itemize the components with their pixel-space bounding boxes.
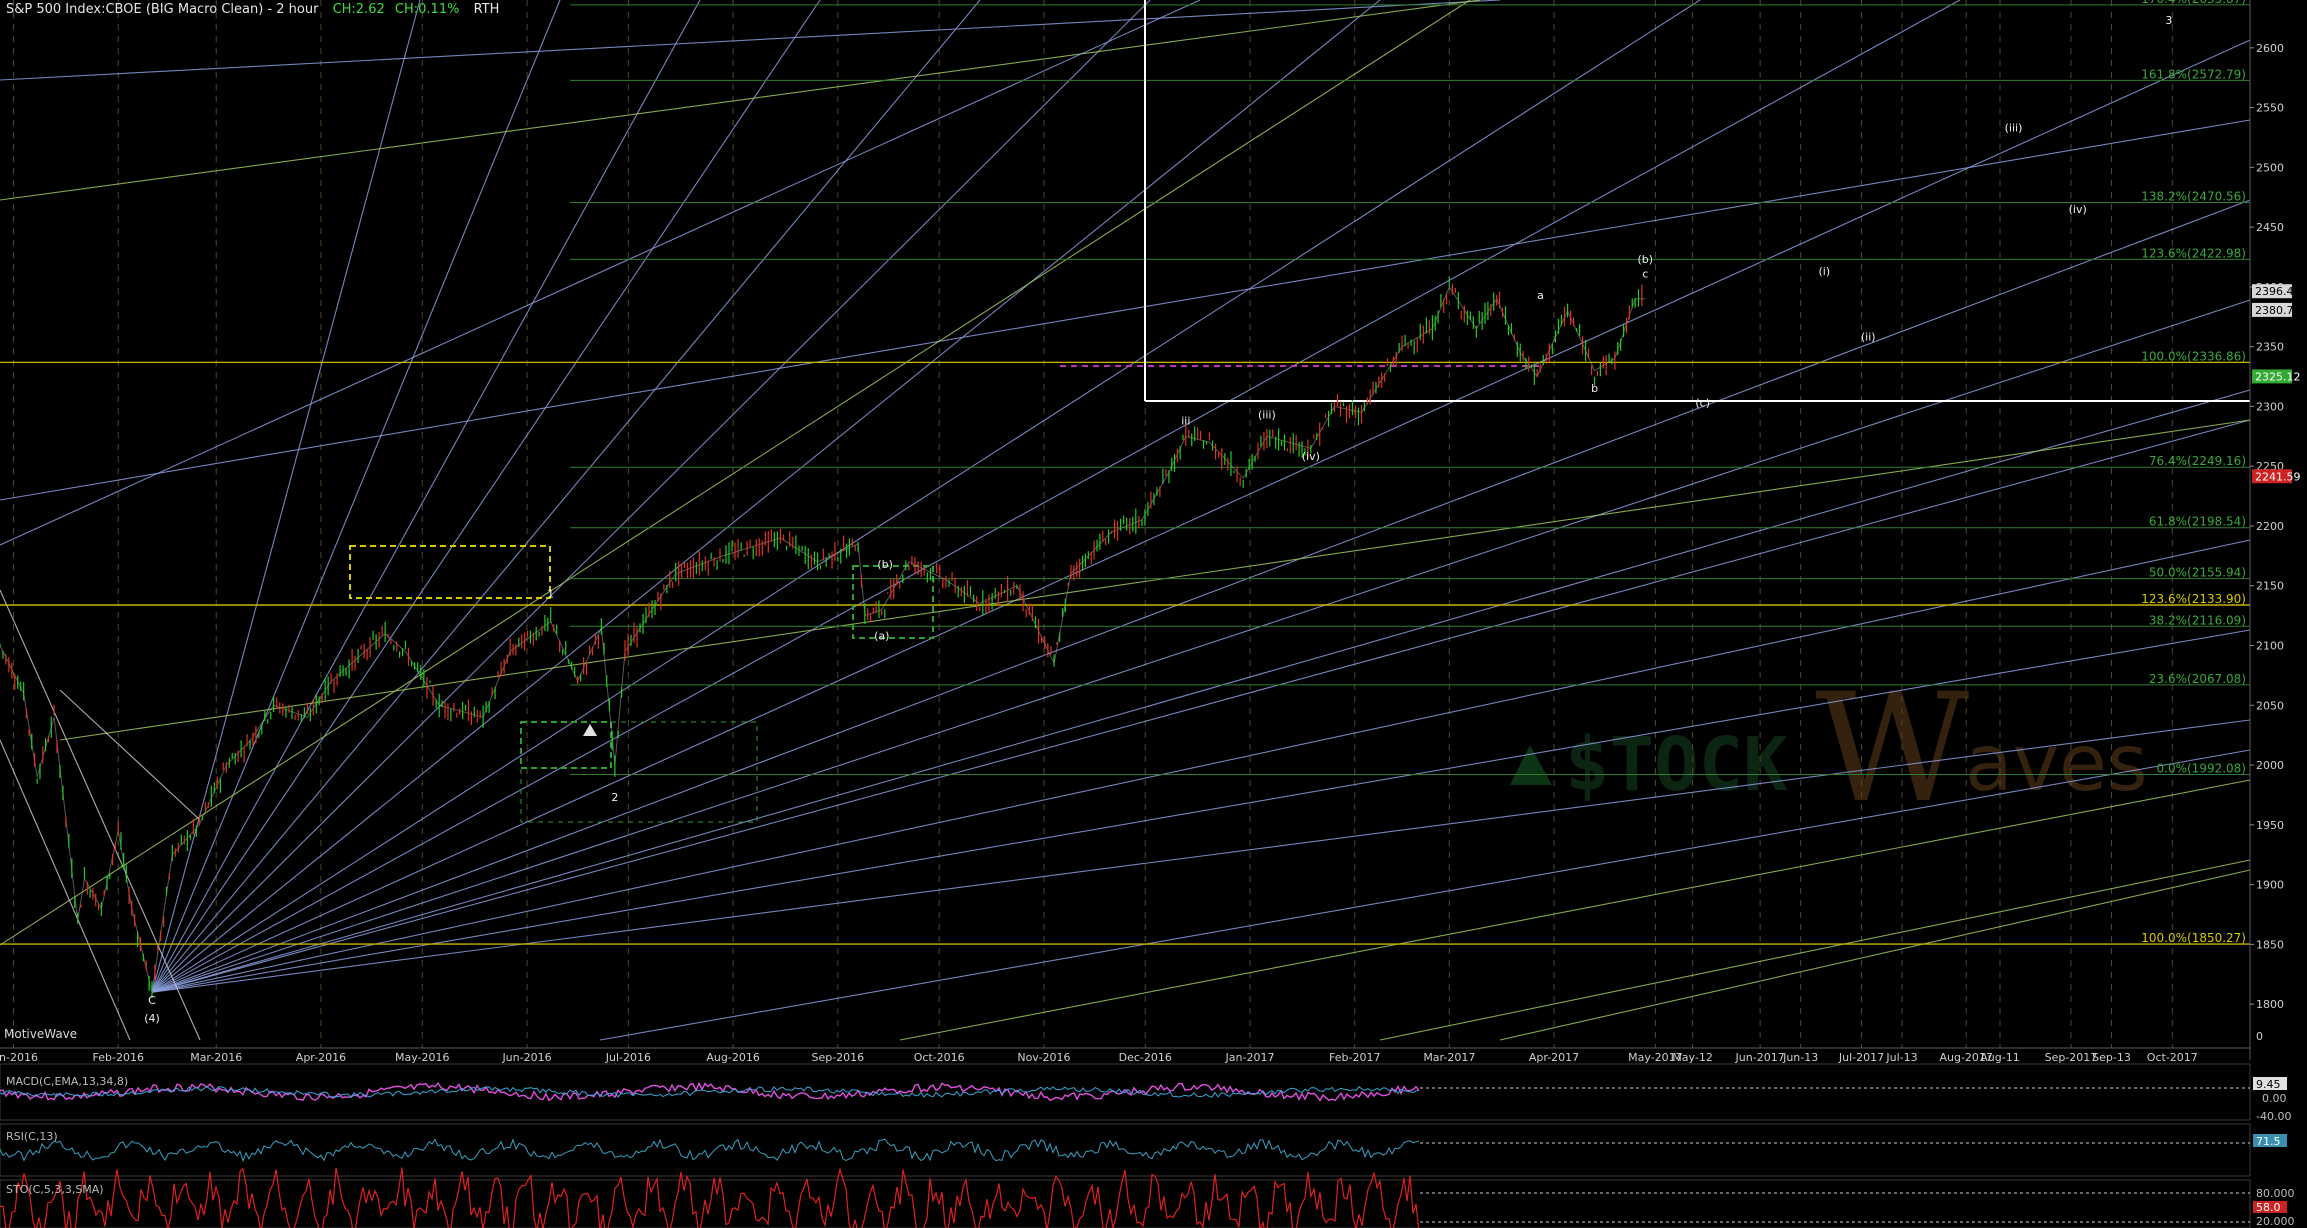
y-tick-label-1: 1850 — [2256, 938, 2284, 951]
wave-label-0: 1 — [547, 588, 554, 601]
fib-label-6: 61.8%(2198.54) — [2149, 515, 2246, 529]
price-badge-1: 2380.76 — [2255, 304, 2301, 317]
x-tick-label-19: Jun-13 — [1782, 1051, 1818, 1064]
wave-label-13: (c) — [1695, 396, 1710, 409]
y-tick-label-3: 1950 — [2256, 819, 2284, 832]
y-tick-label-11: 2350 — [2256, 341, 2284, 354]
title-text: S&P 500 Index:CBOE (BIG Macro Clean) - 2… — [6, 2, 319, 17]
x-tick-label-8: Sep-2016 — [811, 1051, 864, 1064]
watermark-w-text: W — [1815, 662, 1969, 836]
fib-label-1: 161.8%(2572.79) — [2141, 67, 2246, 81]
y-tick-label-0: 1800 — [2256, 998, 2284, 1011]
fib-label-4: 100.0%(2336.86) — [2141, 349, 2246, 363]
wave-label-5: (a) — [874, 630, 889, 643]
wave-label-14: (i) — [1819, 265, 1831, 278]
stock-chart: $TOCK W aves 176.4%(2635.87)161.8%(2572.… — [0, 0, 2307, 1228]
x-tick-label-18: Jun-2017 — [1735, 1051, 1785, 1064]
y-tick-label-14: 2500 — [2256, 161, 2284, 174]
price-badge-3: 2241.59 — [2255, 470, 2301, 483]
y-tick-label-6: 2100 — [2256, 640, 2284, 653]
fib-label-2: 138.2%(2470.56) — [2141, 190, 2246, 204]
wave-label-9: a — [1537, 289, 1544, 302]
wave-label-4: (b) — [877, 558, 893, 571]
sto-label: STO(C,5,3,3,SMA) — [6, 1183, 104, 1196]
y-tick-label-13: 2450 — [2256, 221, 2284, 234]
x-tick-label-7: Aug-2016 — [706, 1051, 759, 1064]
motivewave-brand: MotiveWave — [4, 1027, 78, 1041]
fib-label-10: 0.0%(1992.08) — [2157, 762, 2246, 776]
sto-tick-20: 20.000 — [2256, 1215, 2295, 1228]
wave-label-6: iii — [1181, 414, 1190, 427]
rsi-value: 71.5 — [2256, 1135, 2281, 1148]
sto-value: 58.0 — [2256, 1201, 2281, 1214]
x-tick-label-17: May-12 — [1672, 1051, 1713, 1064]
y-tick-label-16: 2600 — [2256, 42, 2284, 55]
x-tick-label-25: Sep-13 — [2092, 1051, 2131, 1064]
fib-label-7: 50.0%(2155.94) — [2149, 566, 2246, 580]
y-tick-label-4: 2000 — [2256, 759, 2284, 772]
y-tick-label-8: 2200 — [2256, 520, 2284, 533]
chart-title: S&P 500 Index:CBOE (BIG Macro Clean) - 2… — [6, 2, 499, 17]
x-tick-label-9: Oct-2016 — [914, 1051, 965, 1064]
macd-tick-neg40: -40.00 — [2256, 1110, 2291, 1123]
x-tick-label-14: Mar-2017 — [1423, 1051, 1475, 1064]
fib-label-3: 123.6%(2422.98) — [2141, 246, 2246, 260]
x-tick-label-12: Jan-2017 — [1225, 1051, 1275, 1064]
y-tick-label-5: 2050 — [2256, 699, 2284, 712]
fib-label-9: 23.6%(2067.08) — [2149, 672, 2246, 686]
wave-label-8: (iv) — [1302, 450, 1320, 463]
indicator-panels: MACD(C,EMA,13,34,8) RSI(C,13) STO(C,5,3,… — [0, 1063, 2295, 1228]
wave-label-1: 2 — [611, 791, 618, 804]
x-tick-label-0: Jan-2016 — [0, 1051, 38, 1064]
x-tick-label-15: Apr-2017 — [1529, 1051, 1579, 1064]
x-tick-label-20: Jul-2017 — [1838, 1051, 1884, 1064]
x-tick-label-1: Feb-2016 — [93, 1051, 144, 1064]
wave-label-12: c — [1642, 267, 1648, 280]
x-tick-label-2: Mar-2016 — [190, 1051, 242, 1064]
yellow-label-1: 100.0%(1850.27) — [2141, 931, 2246, 945]
x-tick-label-13: Feb-2017 — [1329, 1051, 1380, 1064]
macd-tick-0: 0.00 — [2262, 1092, 2287, 1105]
yellow-label-0: 123.6%(2133.90) — [2141, 592, 2246, 606]
x-tick-label-21: Jul-13 — [1885, 1051, 1917, 1064]
fib-label-8: 38.2%(2116.09) — [2149, 613, 2246, 627]
wave-label-3: (4) — [144, 1012, 160, 1025]
x-tick-label-23: Aug-11 — [1980, 1051, 2019, 1064]
x-tick-label-6: Jul-2016 — [605, 1051, 651, 1064]
x-tick-label-5: Jun-2016 — [501, 1051, 551, 1064]
change-abs: CH:2.62 — [332, 2, 385, 17]
session-label: RTH — [473, 2, 500, 17]
x-tick-label-24: Sep-2017 — [2045, 1051, 2098, 1064]
x-axis-end-label: 0 — [2256, 1030, 2263, 1043]
price-badge-0: 2396.40 — [2255, 285, 2301, 298]
wave-label-15: (ii) — [1861, 331, 1876, 344]
x-tick-label-3: Apr-2016 — [296, 1051, 346, 1064]
x-tick-label-4: May-2016 — [395, 1051, 450, 1064]
wave-label-7: (iii) — [1258, 408, 1276, 421]
macd-value: 9.45 — [2256, 1078, 2281, 1091]
wave-label-10: b — [1591, 382, 1598, 395]
x-tick-label-10: Nov-2016 — [1017, 1051, 1070, 1064]
sto-tick-80: 80.000 — [2256, 1187, 2295, 1200]
y-tick-label-10: 2300 — [2256, 400, 2284, 413]
macd-label: MACD(C,EMA,13,34,8) — [6, 1075, 128, 1088]
y-tick-label-15: 2550 — [2256, 102, 2284, 115]
fib-label-0: 176.4%(2635.87) — [2141, 0, 2246, 6]
change-pct: CH:0.11% — [394, 2, 460, 17]
x-tick-label-26: Oct-2017 — [2147, 1051, 2198, 1064]
wave-label-2: C — [148, 994, 156, 1007]
y-tick-label-2: 1900 — [2256, 879, 2284, 892]
wave-label-17: (iv) — [2069, 203, 2087, 216]
wave-label-11: (b) — [1637, 253, 1653, 266]
y-tick-label-7: 2150 — [2256, 580, 2284, 593]
fib-label-5: 76.4%(2249.16) — [2149, 454, 2246, 468]
watermark-stock-text: $TOCK — [1565, 722, 1788, 808]
x-tick-label-11: Dec-2016 — [1119, 1051, 1172, 1064]
rsi-label: RSI(C,13) — [6, 1130, 58, 1143]
price-badge-2: 2325.12 — [2255, 370, 2301, 383]
wave-label-16: (iii) — [2005, 121, 2023, 134]
wave-label-18: 3 — [2165, 14, 2172, 27]
